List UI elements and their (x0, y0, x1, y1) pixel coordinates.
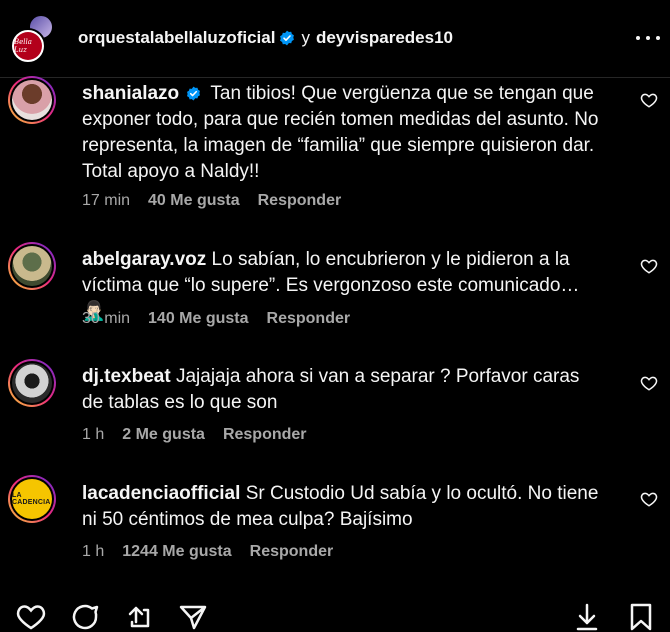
verified-badge-icon (280, 30, 295, 46)
bella-luz-logo: Bella Luz (14, 32, 42, 60)
comment-likes[interactable]: 1244 Me gusta (122, 543, 231, 560)
bookmark-icon[interactable] (626, 602, 656, 632)
reply-button[interactable]: Responder (223, 426, 307, 443)
comment-time[interactable]: 30 min (82, 310, 130, 327)
heart-icon[interactable] (640, 490, 658, 508)
comment-likes[interactable]: 140 Me gusta (148, 310, 248, 327)
comment-username[interactable]: dj.texbeat (82, 366, 171, 387)
share-icon[interactable] (124, 602, 154, 632)
comment-username[interactable]: abelgaray.voz (82, 249, 206, 270)
joiner-text: y (301, 28, 310, 47)
heart-icon[interactable] (640, 257, 658, 275)
send-icon[interactable] (178, 602, 208, 632)
comment-icon[interactable] (70, 602, 100, 632)
comment-avatar[interactable] (8, 242, 56, 290)
heart-icon[interactable] (640, 374, 658, 392)
comment-meta: 30 min 140 Me gusta Responder (82, 310, 350, 328)
avatar-image (12, 80, 52, 120)
download-icon[interactable] (572, 602, 602, 632)
reply-button[interactable]: Responder (258, 192, 342, 209)
comment-body: shanialazo Tan tibios! Que vergüenza que… (82, 81, 604, 185)
reply-button[interactable]: Responder (250, 543, 334, 560)
comment-avatar[interactable] (8, 359, 56, 407)
comment-likes[interactable]: 40 Me gusta (148, 192, 240, 209)
like-heart-icon[interactable] (16, 602, 46, 632)
post-authors: orquestalabellaluzoficial y deyvisparede… (78, 28, 453, 48)
avatar-orquestalabellaluzoficial[interactable]: Bella Luz (10, 28, 46, 64)
reply-button[interactable]: Responder (267, 310, 351, 327)
heart-icon[interactable] (640, 91, 658, 109)
comment-meta: 1 h 2 Me gusta Responder (82, 426, 307, 444)
comment-time[interactable]: 1 h (82, 426, 104, 443)
collab-avatars[interactable]: Bella Luz (8, 14, 54, 64)
comment-avatar[interactable]: LA CADENCIA (8, 475, 56, 523)
account-link-2[interactable]: deyvisparedes10 (316, 28, 453, 48)
comment-body: dj.texbeat Jajajaja ahora si van a separ… (82, 364, 604, 416)
account-link-1[interactable]: orquestalabellaluzoficial (78, 28, 275, 48)
comment-time[interactable]: 17 min (82, 192, 130, 209)
avatar-image (12, 363, 52, 403)
post-action-bar (0, 596, 670, 631)
comment-time[interactable]: 1 h (82, 543, 104, 560)
post-header: Bella Luz orquestalabellaluzoficial y de… (0, 0, 670, 78)
comment-avatar[interactable] (8, 76, 56, 124)
comment-meta: 1 h 1244 Me gusta Responder (82, 543, 333, 561)
more-options-icon[interactable] (636, 28, 660, 48)
comment-username[interactable]: lacadenciaofficial (82, 483, 240, 504)
comment-likes[interactable]: 2 Me gusta (122, 426, 205, 443)
verified-badge-icon (187, 87, 201, 101)
comment-body: lacadenciaofficial Sr Custodio Ud sabía … (82, 481, 604, 533)
comment-meta: 17 min 40 Me gusta Responder (82, 192, 341, 210)
lacadencia-logo: LA CADENCIA (12, 479, 52, 519)
comment-username[interactable]: shanialazo (82, 83, 179, 104)
avatar-image (12, 246, 52, 286)
